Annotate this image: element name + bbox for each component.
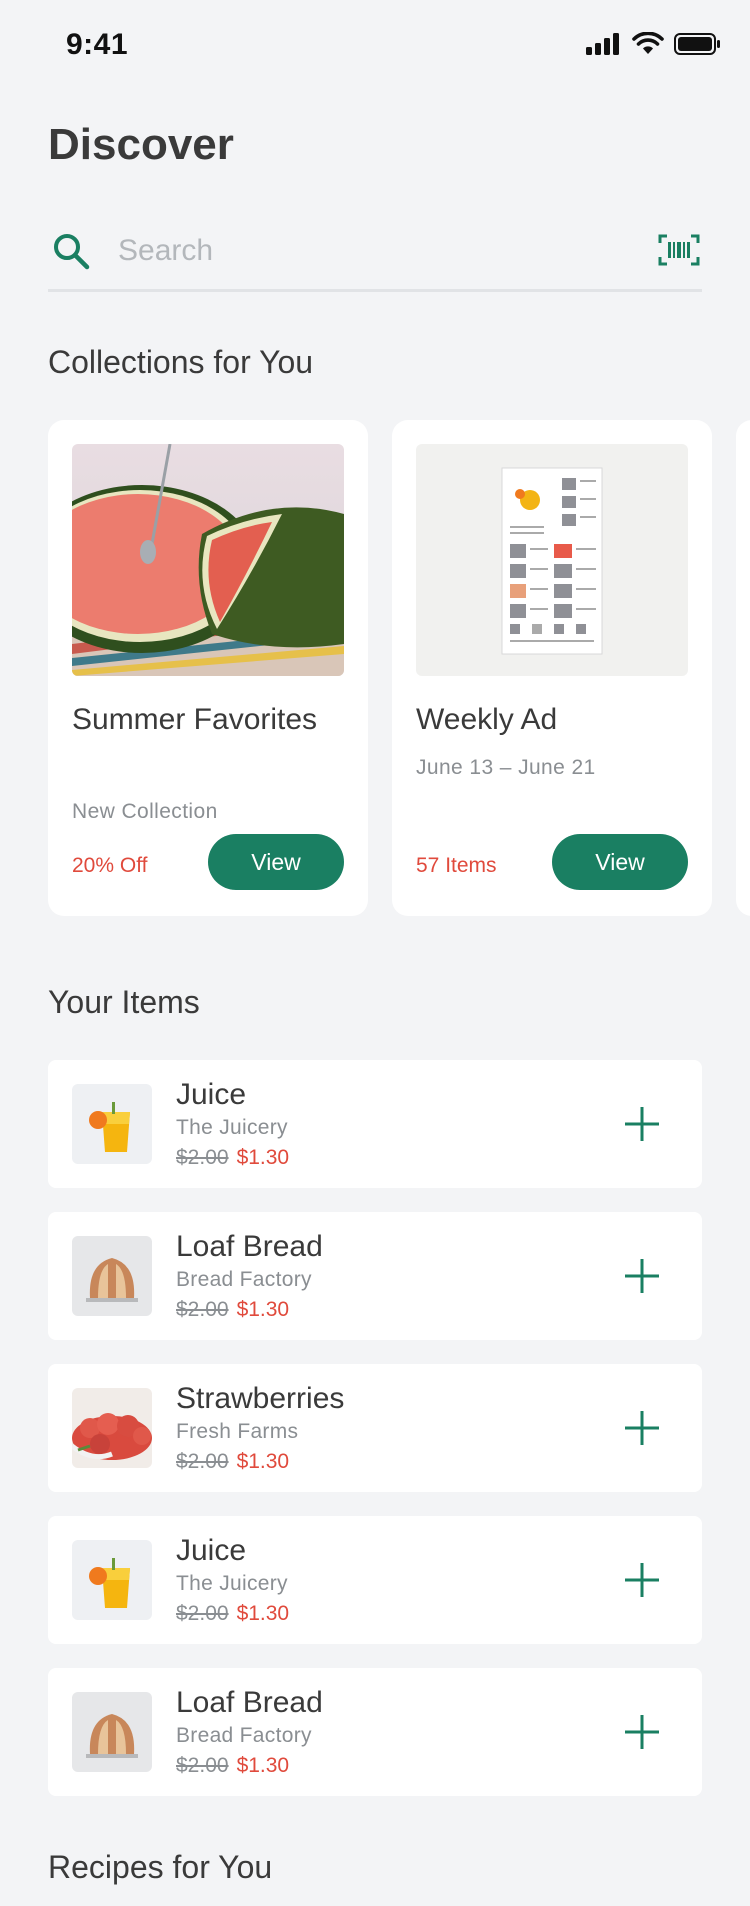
view-button[interactable]: View xyxy=(208,834,344,890)
item-vendor: The Juicery xyxy=(176,1572,288,1595)
collection-discount: 20% Off xyxy=(72,854,148,877)
collection-title: Weekly Ad xyxy=(416,703,558,736)
barcode-scan-icon[interactable] xyxy=(658,234,700,266)
item-vendor: The Juicery xyxy=(176,1116,288,1139)
add-item-button[interactable] xyxy=(622,1712,662,1752)
plus-icon xyxy=(625,1107,659,1141)
status-time: 9:41 xyxy=(66,28,129,61)
battery-icon xyxy=(674,33,720,55)
items-list: Juice The Juicery $2.00 $1.30 Loaf Bread … xyxy=(48,1060,702,1820)
plus-icon xyxy=(625,1563,659,1597)
item-prices: $2.00 $1.30 xyxy=(176,1754,289,1778)
cellular-signal-icon xyxy=(586,33,619,55)
wifi-icon xyxy=(632,32,664,54)
collections-heading: Collections for You xyxy=(48,344,314,380)
item-name: Strawberries xyxy=(176,1382,345,1415)
item-prices: $2.00 $1.30 xyxy=(176,1602,289,1626)
old-price: $2.00 xyxy=(176,1450,229,1473)
old-price: $2.00 xyxy=(176,1754,229,1777)
juice-thumbnail xyxy=(72,1084,152,1164)
old-price: $2.00 xyxy=(176,1298,229,1321)
weekly-ad-flyer-image xyxy=(416,444,688,676)
list-item[interactable]: Juice The Juicery $2.00 $1.30 xyxy=(48,1516,702,1644)
juice-thumbnail xyxy=(72,1540,152,1620)
collection-card-weekly-ad[interactable]: Weekly Ad June 13 – June 21 57 Items Vie… xyxy=(392,420,712,916)
bread-thumbnail xyxy=(72,1236,152,1316)
collection-subtitle: New Collection xyxy=(72,800,218,823)
plus-icon xyxy=(625,1715,659,1749)
sale-price: $1.30 xyxy=(236,1602,290,1625)
sale-price: $1.30 xyxy=(236,1298,290,1321)
item-name: Juice xyxy=(176,1078,247,1111)
collection-title: Summer Favorites xyxy=(72,703,318,736)
old-price: $2.00 xyxy=(176,1146,229,1169)
watermelon-image xyxy=(72,444,344,676)
old-price: $2.00 xyxy=(176,1602,229,1625)
status-bar: 9:41 xyxy=(0,0,750,92)
sale-price: $1.30 xyxy=(236,1450,290,1473)
collection-date-range: June 13 – June 21 xyxy=(416,756,596,779)
add-item-button[interactable] xyxy=(622,1104,662,1144)
collection-card-summer-favorites[interactable]: Summer Favorites New Collection 20% Off … xyxy=(48,420,368,916)
plus-icon xyxy=(625,1259,659,1293)
collection-card-partial[interactable] xyxy=(736,420,750,916)
item-name: Juice xyxy=(176,1534,247,1567)
item-name: Loaf Bread xyxy=(176,1686,323,1719)
search-input[interactable] xyxy=(118,228,588,274)
status-icons xyxy=(586,32,722,56)
list-item[interactable]: Strawberries Fresh Farms $2.00 $1.30 xyxy=(48,1364,702,1492)
item-name: Loaf Bread xyxy=(176,1230,323,1263)
page-title: Discover xyxy=(48,120,234,169)
add-item-button[interactable] xyxy=(622,1408,662,1448)
recipes-heading: Recipes for You xyxy=(48,1849,273,1885)
plus-icon xyxy=(625,1411,659,1445)
search-bar xyxy=(48,222,702,292)
collections-carousel[interactable]: Summer Favorites New Collection 20% Off … xyxy=(48,420,750,916)
add-item-button[interactable] xyxy=(622,1560,662,1600)
your-items-heading: Your Items xyxy=(48,984,200,1020)
sale-price: $1.30 xyxy=(236,1754,290,1777)
collection-item-count: 57 Items xyxy=(416,854,497,877)
add-item-button[interactable] xyxy=(622,1256,662,1296)
search-icon[interactable] xyxy=(52,232,92,272)
item-prices: $2.00 $1.30 xyxy=(176,1146,289,1170)
strawberries-thumbnail xyxy=(72,1388,152,1468)
item-vendor: Fresh Farms xyxy=(176,1420,299,1443)
sale-price: $1.30 xyxy=(236,1146,290,1169)
item-prices: $2.00 $1.30 xyxy=(176,1450,289,1474)
bread-thumbnail xyxy=(72,1692,152,1772)
view-button[interactable]: View xyxy=(552,834,688,890)
list-item[interactable]: Loaf Bread Bread Factory $2.00 $1.30 xyxy=(48,1668,702,1796)
item-prices: $2.00 $1.30 xyxy=(176,1298,289,1322)
item-vendor: Bread Factory xyxy=(176,1268,312,1291)
list-item[interactable]: Loaf Bread Bread Factory $2.00 $1.30 xyxy=(48,1212,702,1340)
item-vendor: Bread Factory xyxy=(176,1724,312,1747)
list-item[interactable]: Juice The Juicery $2.00 $1.30 xyxy=(48,1060,702,1188)
